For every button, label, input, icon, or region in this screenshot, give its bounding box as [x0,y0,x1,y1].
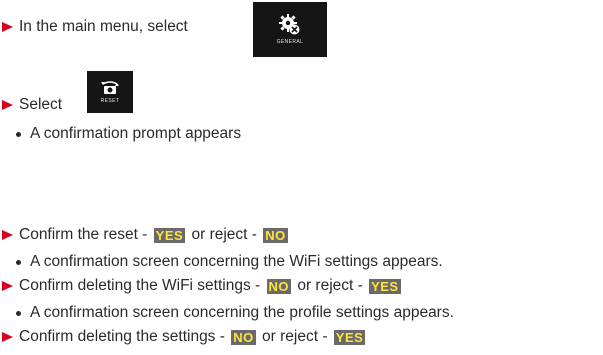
arrow-icon [2,22,13,32]
arrow-icon [2,281,13,291]
step-confirm-settings: Confirm deleting the settings - NO or re… [0,327,367,347]
arrow-icon [2,230,13,240]
bullet-text: A confirmation prompt appears [30,125,242,142]
step-text: or reject - [257,328,332,345]
step-text: Confirm the reset - [19,226,152,243]
yes-tag: YES [369,278,401,294]
reset-menu-tile[interactable]: RESET [87,71,133,113]
step-confirm-reset: Confirm the reset - YES or reject - NO [0,225,290,245]
arrow-icon [2,332,13,342]
reset-tile-label: RESET [100,97,120,104]
step-text: Confirm deleting the settings - [19,328,230,345]
bullet-icon [16,131,21,137]
step-text: Select [19,96,63,113]
bullet-profile-confirmation: A confirmation screen concerning the pro… [0,303,454,323]
arrow-icon [2,100,13,110]
step-select-general: In the main menu, select [0,17,188,37]
bullet-icon [16,259,21,265]
yes-tag: YES [153,227,186,243]
no-tag: NO [266,278,292,294]
bullet-icon [16,310,21,316]
step-confirm-wifi: Confirm deleting the WiFi settings - NO … [0,276,403,296]
bullet-wifi-confirmation: A confirmation screen concerning the WiF… [0,252,443,272]
camera-reset-icon [101,80,119,94]
general-tile-label: GENERAL [276,39,304,45]
step-text: or reject - [293,277,368,294]
bullet-text: A confirmation screen concerning the WiF… [30,253,443,270]
step-text: Confirm deleting the WiFi settings - [19,277,265,294]
no-tag: NO [231,329,256,345]
step-select-reset: Select [0,95,62,115]
step-text: In the main menu, select [19,18,188,35]
general-menu-tile[interactable]: GENERAL [253,2,327,57]
no-tag: NO [263,227,288,243]
yes-tag: YES [333,329,366,345]
gear-wrench-icon [279,14,300,35]
bullet-confirmation-prompt: A confirmation prompt appears [0,124,241,144]
bullet-text: A confirmation screen concerning the pro… [30,304,454,321]
step-text: or reject - [187,226,262,243]
